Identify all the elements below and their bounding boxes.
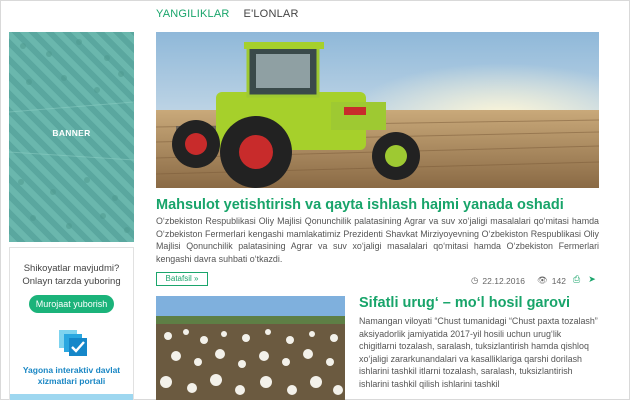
article-excerpt: Namangan viloyati “Chust tumanidagi “Chu…	[359, 316, 598, 389]
send-appeal-button[interactable]: Murojaat yuborish	[28, 295, 115, 313]
send-icon[interactable]: ➤	[588, 274, 596, 285]
article-actions: ⎙ ➤	[573, 274, 596, 285]
article-date: ◷ 22.12.2016	[471, 275, 525, 286]
eye-icon: 👁	[537, 275, 548, 285]
cotton-field-image[interactable]	[156, 296, 345, 400]
print-icon[interactable]: ⎙	[573, 274, 580, 285]
article-views: 👁 142	[537, 275, 566, 286]
banner-label: BANNER	[52, 128, 91, 138]
portal-link[interactable]: Yagona interaktiv davlat xizmatlari port…	[10, 365, 133, 387]
checkbox-icon[interactable]	[57, 328, 89, 358]
tractor-illustration	[156, 32, 599, 188]
tractor-field-image[interactable]	[156, 32, 599, 188]
article-excerpt: O‘zbekiston Respublikasi Oliy Majlisi Qo…	[156, 216, 599, 264]
article-title[interactable]: Sifatli urug‘ – mo‘l hosil garovi	[359, 295, 599, 311]
sidebar-banner[interactable]: BANNER	[9, 32, 134, 242]
clock-icon: ◷	[471, 275, 479, 285]
read-more-button[interactable]: Batafsil »	[156, 272, 208, 286]
portal-bar	[10, 394, 133, 400]
news-tabs: YANGILIKLAR E'LONLAR	[156, 8, 299, 24]
cotton-illustration	[156, 296, 345, 400]
tab-announcements[interactable]: E'LONLAR	[244, 8, 299, 24]
complaint-text: Shikoyatlar mavjudmi? Onlayn tarzda yubo…	[22, 263, 121, 287]
tab-news[interactable]: YANGILIKLAR	[156, 8, 230, 24]
date-text: 22.12.2016	[482, 275, 525, 286]
views-count: 142	[551, 275, 566, 286]
article-title[interactable]: Mahsulot yetishtirish va qayta ishlash h…	[156, 197, 599, 213]
complaint-widget: Shikoyatlar mavjudmi? Onlayn tarzda yubo…	[9, 247, 134, 400]
